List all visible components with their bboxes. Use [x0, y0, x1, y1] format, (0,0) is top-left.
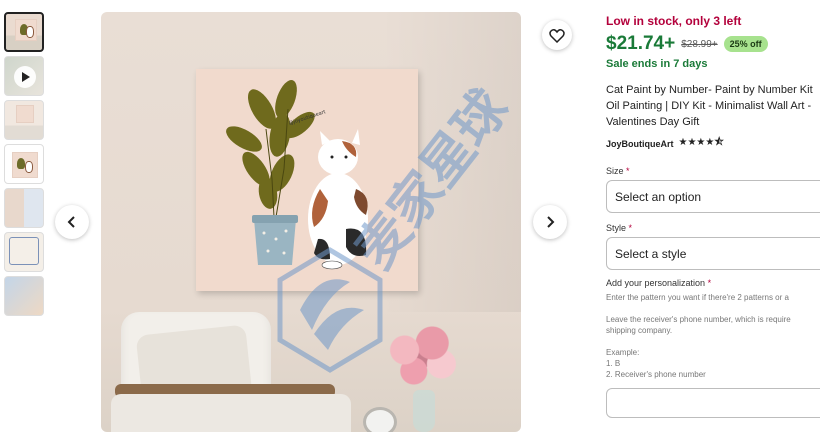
thumbnail-4[interactable]: [4, 144, 44, 184]
thumbnail-1[interactable]: [4, 12, 44, 52]
personalization-textarea[interactable]: [606, 388, 820, 418]
shop-row: JoyBoutiqueArt ★★★★⯪: [606, 135, 820, 152]
hint-line: 1. B: [606, 359, 621, 368]
size-label-text: Size: [606, 166, 624, 176]
size-select[interactable]: Select an option: [606, 180, 820, 213]
original-price: $28.99+: [681, 38, 718, 50]
thumbnail-canvas-art: [16, 20, 36, 40]
shop-name-link[interactable]: JoyBoutiqueArt: [606, 139, 674, 149]
style-label: Style *: [606, 223, 820, 233]
required-mark: *: [628, 223, 633, 233]
hint-line: Example:: [606, 348, 640, 357]
thumbnail-canvas-art: [17, 106, 33, 122]
personalization-label: Add your personalization *: [606, 278, 820, 288]
product-title-line: Cat Paint by Number- Paint by Number Kit: [606, 84, 813, 96]
rating-stars-icon[interactable]: ★★★★⯪: [679, 135, 724, 152]
thumbnail-3[interactable]: [4, 100, 44, 140]
current-price: $21.74+: [606, 33, 676, 54]
product-info-panel: Low in stock, only 3 left $21.74+ $28.99…: [606, 14, 820, 418]
previous-image-button[interactable]: [55, 205, 89, 239]
required-mark: *: [707, 278, 712, 288]
hint-line: Leave the receiver's phone number, which…: [606, 315, 791, 324]
size-label: Size *: [606, 166, 820, 176]
hint-line: Enter the pattern you want if there're 2…: [606, 293, 789, 302]
heart-icon: [549, 28, 565, 43]
main-product-image[interactable]: @joyoutiqueart: [101, 12, 521, 432]
stock-status: Low in stock, only 3 left: [606, 14, 742, 28]
sale-note: Sale ends in 7 days: [606, 58, 708, 70]
chair-seat: [111, 394, 351, 432]
thumbnail-6[interactable]: [4, 232, 44, 272]
canvas-painting: @joyoutiqueart: [196, 69, 418, 291]
price-row: $21.74+ $28.99+ 25% off: [606, 31, 820, 57]
thumbnail-video[interactable]: [4, 56, 44, 96]
thumbnail-5[interactable]: [4, 188, 44, 228]
product-title-line: Valentines Day Gift: [606, 116, 700, 128]
discount-badge: 25% off: [723, 36, 768, 52]
hint-line: 2. Receiver's phone number: [606, 370, 706, 379]
favorite-button[interactable]: [542, 20, 572, 50]
product-title-line: Oil Painting | DIY Kit - Minimalist Wall…: [606, 100, 812, 112]
cat-plant-illustration: [226, 79, 368, 270]
glass-vase: [413, 390, 435, 432]
thumbnail-7[interactable]: [4, 276, 44, 316]
alarm-clock: [363, 407, 397, 432]
personalization-label-text: Add your personalization: [606, 278, 706, 288]
thumbnail-strip: [4, 12, 44, 320]
required-mark: *: [626, 166, 630, 176]
chevron-right-icon: [547, 216, 555, 228]
personalization-instructions: Enter the pattern you want if there're 2…: [606, 292, 820, 380]
play-icon: [14, 66, 36, 88]
flower-bouquet: [377, 322, 469, 392]
product-title: Cat Paint by Number- Paint by Number Kit…: [606, 82, 820, 130]
next-image-button[interactable]: [533, 205, 567, 239]
chevron-left-icon: [67, 216, 75, 228]
style-label-text: Style: [606, 223, 627, 233]
thumbnail-canvas-art: [13, 153, 37, 177]
style-select[interactable]: Select a style: [606, 237, 820, 270]
hint-line: shipping company.: [606, 326, 673, 335]
